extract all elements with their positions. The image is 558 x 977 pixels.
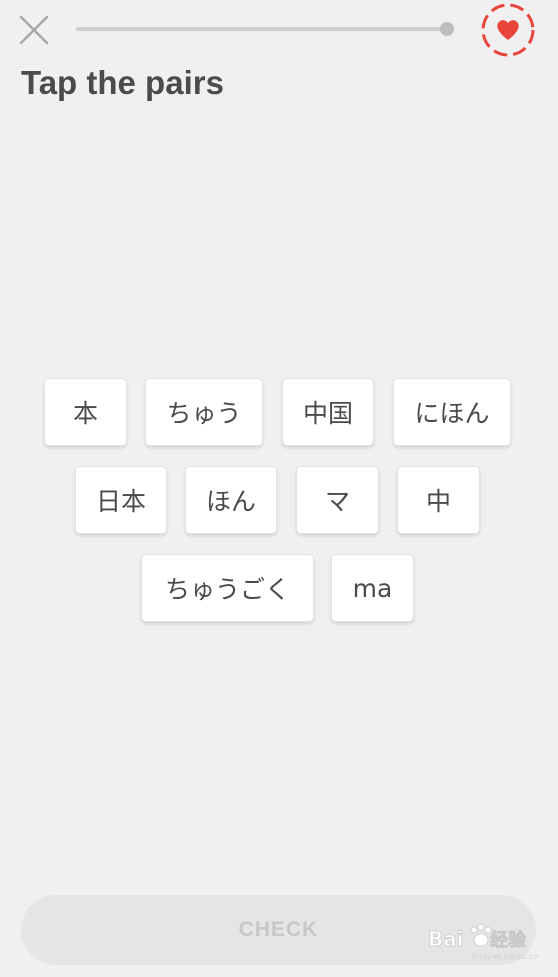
word-tile-nihon-kana[interactable]: にほん [393, 378, 511, 446]
word-tile-chuu-kana[interactable]: ちゅう [145, 378, 263, 446]
lesson-progress-bar [76, 22, 454, 36]
close-icon [19, 15, 49, 45]
word-tile-hon-kanji[interactable]: 本 [44, 378, 127, 446]
word-tile-nihon-kanji[interactable]: 日本 [75, 466, 167, 534]
heart-icon [481, 3, 535, 57]
word-tile-ma-romaji[interactable]: ma [331, 554, 414, 622]
svg-text:Bai: Bai [428, 927, 464, 951]
word-tile-chuu-kanji[interactable]: 中 [397, 466, 480, 534]
word-tile-hon-kana[interactable]: ほん [185, 466, 277, 534]
hearts-indicator[interactable] [480, 2, 536, 58]
close-button[interactable] [14, 12, 54, 48]
svg-text:经验: 经验 [490, 929, 527, 951]
page-title: Tap the pairs [21, 64, 224, 101]
progress-fill [76, 27, 446, 31]
word-tile-chuugoku-kana[interactable]: ちゅうごく [141, 554, 314, 622]
word-tile-chuugoku-kanji[interactable]: 中国 [282, 378, 374, 446]
word-tile-ma-katakana[interactable]: マ [296, 466, 379, 534]
progress-end-dot [440, 22, 454, 36]
svg-text:jingyan.baidu.com: jingyan.baidu.com [471, 952, 538, 961]
baidu-watermark-logo: Bai 经验 jingyan.baidu.com [428, 918, 546, 962]
